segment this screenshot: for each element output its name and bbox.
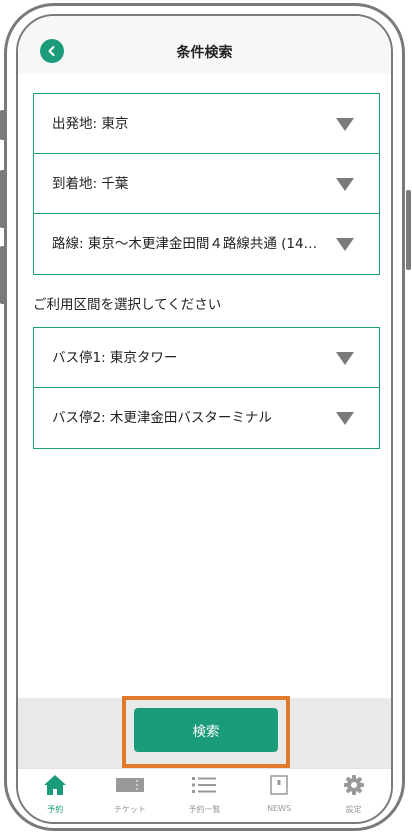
caret-down-icon <box>336 238 354 251</box>
ticket-icon <box>115 778 144 792</box>
tab-label: 予約一覧 <box>188 805 221 814</box>
phone-side-button <box>0 110 5 140</box>
route-select-label: 路線: 東京～木更津金田間４路線共通 (14… <box>52 236 318 252</box>
phone-side-button <box>406 190 411 270</box>
section-label: ご利用区間を選択してください <box>33 297 222 313</box>
route-select[interactable]: 路線: 東京～木更津金田間４路線共通 (14… <box>34 214 379 274</box>
tab-reservation[interactable]: 予約 <box>18 769 93 822</box>
departure-select-label: 出発地: 東京 <box>52 116 129 132</box>
list-icon <box>192 777 217 793</box>
stop-select-group: バス停1: 東京タワー バス停2: 木更津金田バスターミナル <box>33 327 380 449</box>
search-button[interactable]: 検索 <box>134 708 278 752</box>
route-select-group: 出発地: 東京 到着地: 千葉 路線: 東京～木更津金田間４路線共通 (14… <box>33 93 380 275</box>
news-icon <box>270 775 288 795</box>
tab-label: NEWS <box>267 804 292 813</box>
tab-label: 予約 <box>47 805 64 814</box>
tab-settings[interactable]: 設定 <box>316 769 391 822</box>
page-title: 条件検索 <box>176 45 233 61</box>
home-icon <box>44 775 67 795</box>
header-bar: 条件検索 <box>18 16 391 75</box>
arrival-select[interactable]: 到着地: 千葉 <box>34 154 379 214</box>
arrival-select-label: 到着地: 千葉 <box>52 176 129 192</box>
bus-stop-1-select[interactable]: バス停1: 東京タワー <box>34 328 379 388</box>
caret-down-icon <box>336 352 354 365</box>
caret-down-icon <box>336 178 354 191</box>
app-screen: 条件検索 出発地: 東京 到着地: 千葉 路線: 東京～木更津金田間４路線共通 … <box>16 14 393 824</box>
phone-side-button <box>0 170 5 228</box>
gear-icon <box>343 775 364 795</box>
tab-ticket[interactable]: チケット <box>93 769 168 822</box>
bus-stop-2-select[interactable]: バス停2: 木更津金田バスターミナル <box>34 388 379 448</box>
bus-stop-1-label: バス停1: 東京タワー <box>52 350 178 366</box>
caret-down-icon <box>336 412 354 425</box>
caret-down-icon <box>336 118 354 131</box>
departure-select[interactable]: 出発地: 東京 <box>34 94 379 154</box>
tab-news[interactable]: NEWS <box>242 769 317 822</box>
search-form: 出発地: 東京 到着地: 千葉 路線: 東京～木更津金田間４路線共通 (14… … <box>18 74 391 698</box>
tab-reservation-list[interactable]: 予約一覧 <box>167 769 242 822</box>
bus-stop-2-label: バス停2: 木更津金田バスターミナル <box>52 410 272 426</box>
tab-bar: 予約 チケット 予約一覧 NEWS 設定 <box>18 768 391 822</box>
phone-side-button <box>0 246 5 304</box>
tab-label: 設定 <box>345 805 362 814</box>
tab-label: チケット <box>113 805 146 814</box>
